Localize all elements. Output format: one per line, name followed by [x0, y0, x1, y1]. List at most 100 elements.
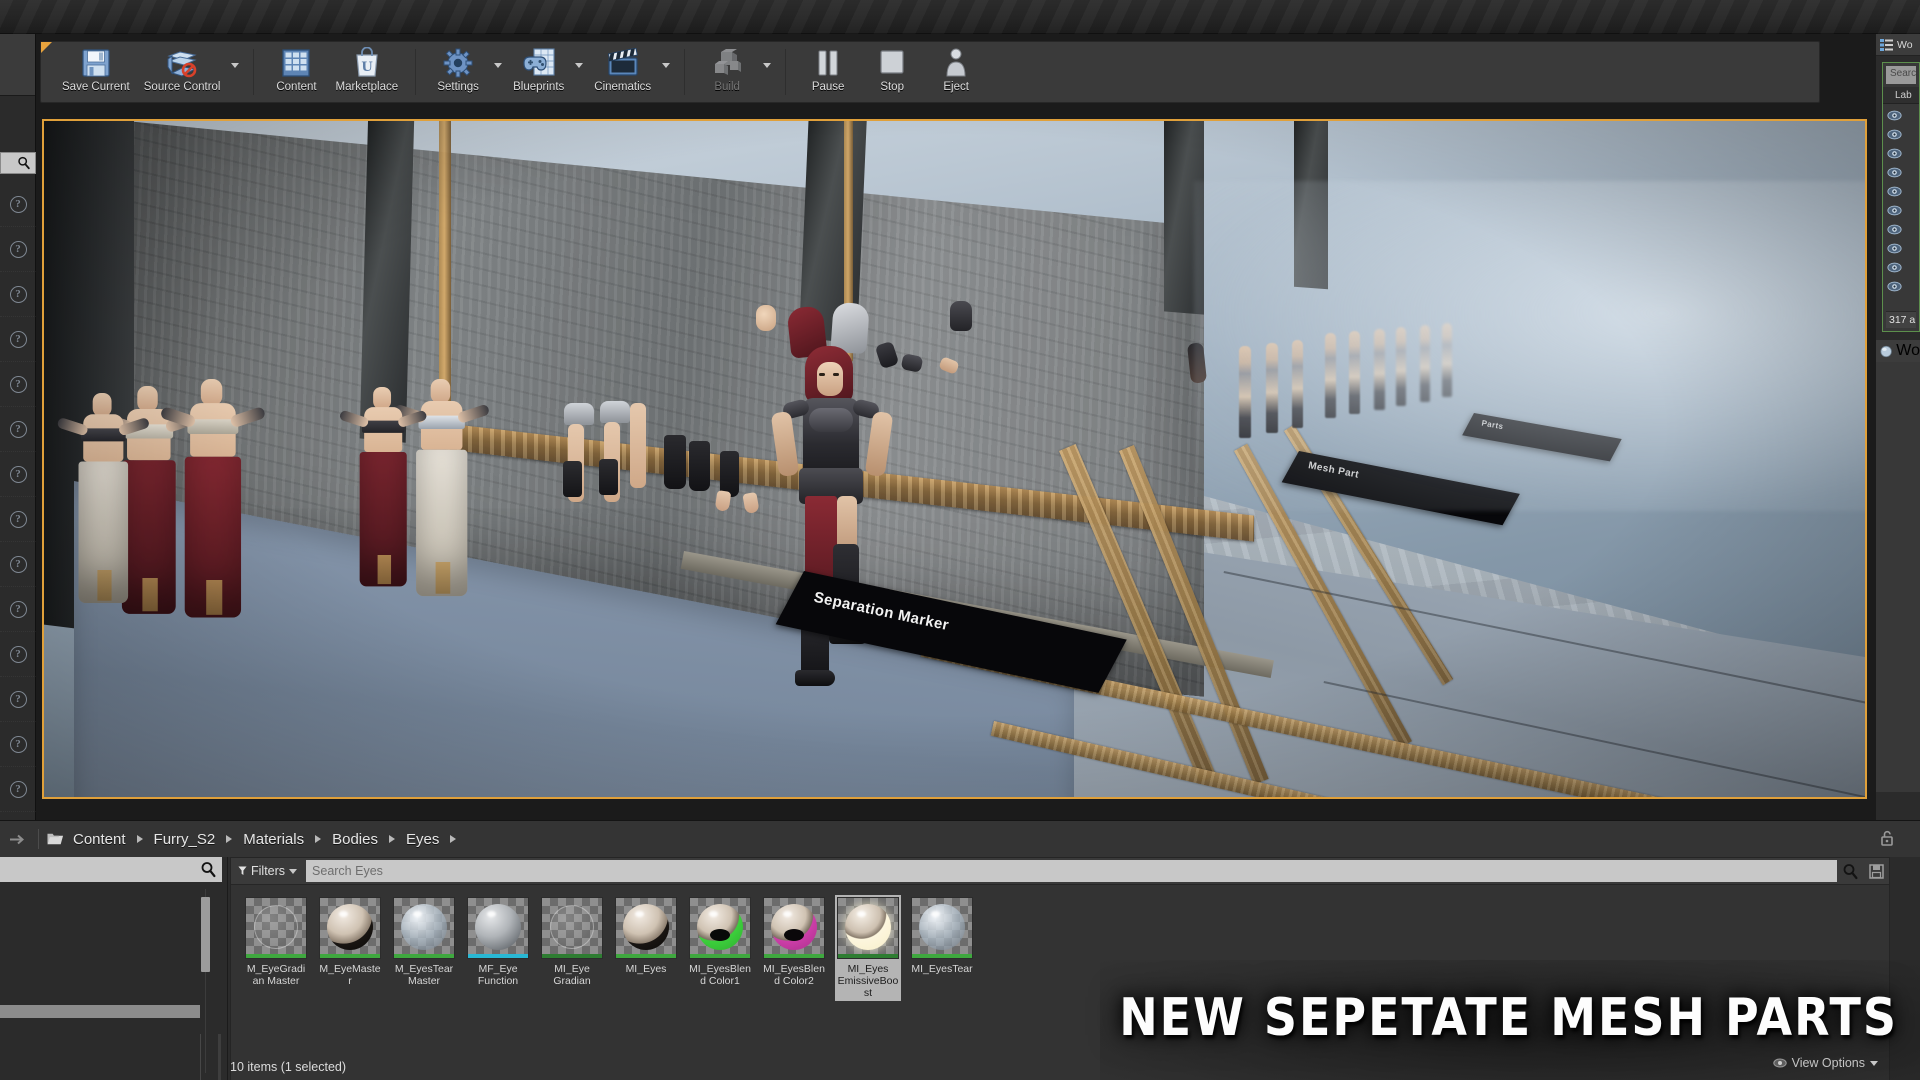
search-icon [201, 862, 216, 878]
toolbar-dropdown-settings[interactable] [490, 42, 506, 102]
asset-search-input[interactable]: Search Eyes [306, 860, 1837, 882]
asset-thumbnail[interactable] [467, 897, 529, 959]
outliner-row[interactable] [1883, 106, 1919, 125]
asset-tile[interactable]: MI_Eyes EmissiveBoost [835, 895, 901, 1001]
modes-rail-item[interactable]: ? [0, 632, 36, 677]
eye-icon[interactable] [1887, 205, 1902, 216]
build-blocks-icon [710, 46, 744, 80]
toolbar-dropdown-blueprints[interactable] [571, 42, 587, 102]
breadcrumb-item-furry_s2[interactable]: Furry_S2 [152, 829, 218, 850]
asset-tile[interactable]: MF_Eye Function [465, 895, 531, 989]
toolbar-button-stop[interactable]: Stop [860, 42, 924, 102]
asset-tile[interactable]: M_EyesTear Master [391, 895, 457, 989]
outliner-row[interactable] [1883, 258, 1919, 277]
asset-name-label: M_EyesTear Master [394, 963, 454, 987]
outliner-row[interactable] [1883, 163, 1919, 182]
modes-rail-item[interactable]: ? [0, 587, 36, 632]
breadcrumb-item-eyes[interactable]: Eyes [404, 829, 441, 850]
modes-search-input[interactable] [0, 152, 36, 174]
asset-tile[interactable]: MI_EyesBlend Color1 [687, 895, 753, 989]
asset-tile[interactable]: MI_Eye Gradian [539, 895, 605, 989]
stop-icon [878, 46, 906, 80]
eye-icon[interactable] [1887, 110, 1902, 121]
toolbar-button-settings[interactable]: Settings [426, 42, 490, 102]
eye-icon[interactable] [1887, 167, 1902, 178]
asset-type-bar [320, 954, 380, 958]
tab-world-settings[interactable]: Wo [1876, 340, 1920, 362]
eject-person-icon [942, 46, 970, 80]
toolbar-button-source-control[interactable]: Source Control [137, 42, 228, 102]
breadcrumb-item-content[interactable]: Content [71, 829, 128, 850]
eye-icon[interactable] [1887, 281, 1902, 292]
lock-open-icon[interactable] [1878, 829, 1896, 847]
outliner-row[interactable] [1883, 182, 1919, 201]
modes-rail-item[interactable]: ? [0, 272, 36, 317]
eye-icon[interactable] [1887, 224, 1902, 235]
modes-rail-item[interactable]: ? [0, 227, 36, 272]
toolbar-button-content[interactable]: Content [264, 42, 328, 102]
view-options-button[interactable]: View Options [1767, 1054, 1884, 1072]
filters-button[interactable]: Filters [231, 858, 306, 884]
eye-icon[interactable] [1887, 129, 1902, 140]
asset-thumbnail[interactable] [319, 897, 381, 959]
outliner-row[interactable] [1883, 220, 1919, 239]
asset-tile[interactable]: MI_Eyes [613, 895, 679, 977]
asset-tile[interactable]: MI_EyesBlend Color2 [761, 895, 827, 989]
asset-tile[interactable]: M_EyeGradian Master [243, 895, 309, 989]
asset-thumbnail[interactable] [689, 897, 751, 959]
toolbar-button-save-current[interactable]: Save Current [55, 42, 137, 102]
sources-vertical-scrollbar[interactable] [201, 897, 210, 972]
asset-thumbnail[interactable] [837, 897, 899, 959]
mesh-part [950, 301, 972, 331]
modes-rail-item[interactable]: ? [0, 677, 36, 722]
toolbar-button-marketplace[interactable]: U Marketplace [328, 42, 405, 102]
toolbar-button-pause[interactable]: Pause [796, 42, 860, 102]
modes-rail-item[interactable]: ? [0, 497, 36, 542]
sources-search-input[interactable] [0, 857, 222, 882]
asset-thumbnail[interactable] [245, 897, 307, 959]
material-preview-sphere [697, 903, 743, 950]
outliner-row[interactable] [1883, 239, 1919, 258]
toolbar-dropdown-source-control[interactable] [227, 42, 243, 102]
asset-thumbnail[interactable] [615, 897, 677, 959]
save-search-button[interactable] [1863, 863, 1889, 879]
forward-nav-button[interactable] [4, 833, 30, 846]
toolbar-separator [253, 49, 255, 95]
asset-thumbnail[interactable] [541, 897, 603, 959]
eye-icon[interactable] [1887, 243, 1902, 254]
outliner-search-input[interactable]: Search [1886, 66, 1916, 84]
outliner-row[interactable] [1883, 201, 1919, 220]
breadcrumb-separator-icon [136, 835, 143, 843]
asset-tile[interactable]: MI_EyesTear [909, 895, 975, 977]
level-viewport[interactable]: Parts Mesh Part Separation Marker [42, 119, 1867, 799]
breadcrumb-item-materials[interactable]: Materials [241, 829, 306, 850]
asset-search-button[interactable] [1837, 863, 1863, 880]
asset-thumbnail[interactable] [393, 897, 455, 959]
modes-rail-item[interactable]: ? [0, 362, 36, 407]
asset-thumbnail[interactable] [763, 897, 825, 959]
sources-horizontal-scrollbar[interactable] [0, 1005, 200, 1018]
asset-thumbnail[interactable] [911, 897, 973, 959]
toolbar-button-cinematics[interactable]: Cinematics [587, 42, 658, 102]
outliner-row[interactable] [1883, 277, 1919, 296]
toolbar-dropdown-cinematics[interactable] [658, 42, 674, 102]
eye-icon[interactable] [1887, 262, 1902, 273]
asset-tile[interactable]: M_EyeMaster [317, 895, 383, 989]
modes-rail-item[interactable]: ? [0, 722, 36, 767]
outliner-row[interactable] [1883, 144, 1919, 163]
eye-icon[interactable] [1887, 148, 1902, 159]
modes-rail-item[interactable]: ? [0, 182, 36, 227]
outliner-column-header[interactable]: Lab [1883, 87, 1919, 104]
outliner-row[interactable] [1883, 125, 1919, 144]
modes-rail-item[interactable]: ? [0, 542, 36, 587]
sources-folder-tree[interactable] [0, 885, 222, 1077]
eye-icon[interactable] [1887, 186, 1902, 197]
modes-rail-item[interactable]: ? [0, 407, 36, 452]
modes-rail-item[interactable]: ? [0, 317, 36, 362]
modes-rail-item[interactable]: ? [0, 767, 36, 812]
breadcrumb-item-bodies[interactable]: Bodies [330, 829, 380, 850]
modes-rail-item[interactable]: ? [0, 452, 36, 497]
toolbar-button-eject[interactable]: Eject [924, 42, 988, 102]
tab-world-outliner[interactable]: Wo [1876, 34, 1920, 56]
toolbar-button-blueprints[interactable]: Blueprints [506, 42, 571, 102]
